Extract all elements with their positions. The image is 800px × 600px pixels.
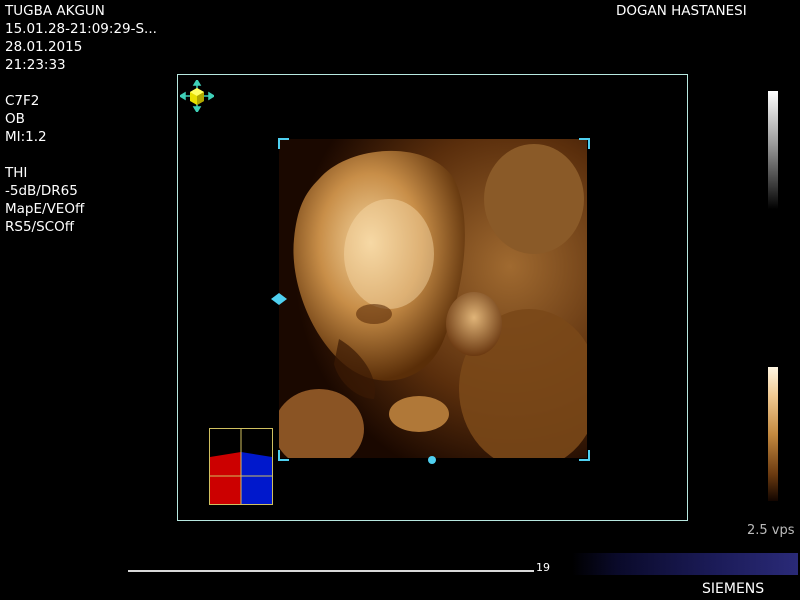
color-map-bar [768,367,778,501]
left-diamond-marker-icon[interactable] [271,293,287,305]
render-corner-tr [579,138,590,149]
orientation-cube-icon[interactable] [180,80,214,112]
mode-label: THI [5,165,28,181]
probe-params: C7F2 OB MI:1.2 [5,92,47,146]
map-label: MapE/VEOff [5,201,85,217]
exam-id: 15.01.28-21:09:29-S... [5,21,157,37]
render-corner-tl [278,138,289,149]
transducer-label: C7F2 [5,93,40,109]
status-gradient-bar [572,553,798,575]
gain-dr-label: -5dB/DR65 [5,183,78,199]
grayscale-bar [768,91,778,209]
volume-rate-label: 2.5 vps [747,523,795,538]
imaging-params: THI -5dB/DR65 MapE/VEOff RS5/SCOff [5,164,84,236]
bottom-dot-marker-icon[interactable] [426,454,438,466]
orientation-quadrant-icon [209,428,273,505]
render-corner-br [579,450,590,461]
cine-frame-number: 19 [536,561,550,574]
mi-label: MI:1.2 [5,129,47,145]
render-image [279,139,587,458]
exam-time: 21:23:33 [5,57,66,73]
render-corner-bl [278,450,289,461]
preset-label: OB [5,111,25,127]
hospital-name: DOGAN HASTANESI [616,3,747,19]
fetal-3d-render[interactable] [279,139,587,458]
rs-label: RS5/SCOff [5,219,75,235]
brand-logo: SIEMENS [702,581,765,597]
patient-name: TUGBA AKGUN [5,3,105,19]
patient-info: TUGBA AKGUN 15.01.28-21:09:29-S... 28.01… [5,2,157,74]
exam-date: 28.01.2015 [5,39,83,55]
cine-scrollbar[interactable] [128,570,534,572]
